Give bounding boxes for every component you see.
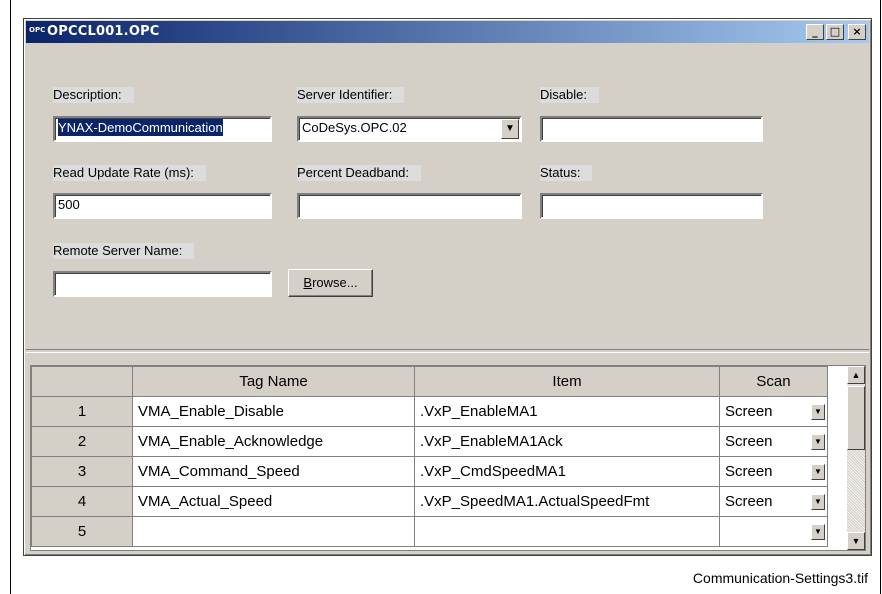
chevron-down-icon[interactable]: ▼ — [811, 434, 825, 450]
browse-accesskey: B — [303, 275, 313, 290]
status-field[interactable] — [540, 193, 763, 219]
item-header[interactable]: Item — [414, 366, 720, 397]
scan-value: Screen — [725, 403, 773, 420]
server-identifier-value: CoDeSys.OPC.02 — [302, 120, 407, 135]
tag-grid: Tag Name Item Scan 1 VMA_Enable_Disable … — [30, 365, 866, 551]
tag-name-cell[interactable] — [132, 516, 415, 547]
tag-name-header[interactable]: Tag Name — [132, 366, 415, 397]
minimize-button[interactable]: _ — [806, 24, 824, 40]
grid-header-row: Tag Name Item Scan — [31, 366, 828, 397]
scroll-thumb[interactable] — [847, 386, 865, 450]
title-bar[interactable]: OPC OPCCL001.OPC _ □ × — [26, 21, 869, 43]
item-cell[interactable]: .VxP_CmdSpeedMA1 — [414, 456, 720, 487]
disable-field[interactable] — [540, 116, 763, 142]
chevron-down-icon[interactable]: ▼ — [501, 119, 519, 139]
table-row[interactable]: 3 VMA_Command_Speed .VxP_CmdSpeedMA1 Scr… — [31, 456, 828, 487]
table-row[interactable]: 1 VMA_Enable_Disable .VxP_EnableMA1 Scre… — [31, 396, 828, 427]
chevron-down-icon[interactable]: ▼ — [811, 464, 825, 480]
remote-server-name-field[interactable] — [53, 271, 272, 297]
scan-cell[interactable]: Screen ▼ — [719, 456, 828, 487]
item-cell[interactable]: .VxP_EnableMA1 — [414, 396, 720, 427]
window-title: OPCCL001.OPC — [47, 24, 160, 39]
chevron-down-icon[interactable]: ▼ — [811, 494, 825, 510]
row-number[interactable]: 2 — [31, 426, 133, 457]
vertical-scrollbar[interactable]: ▲ ▼ — [847, 366, 865, 550]
table-row[interactable]: 5 ▼ — [31, 516, 828, 547]
scan-header[interactable]: Scan — [719, 366, 828, 397]
figure-caption: Communication-Settings3.tif — [692, 570, 868, 586]
row-number[interactable]: 5 — [31, 516, 133, 547]
item-cell[interactable]: .VxP_EnableMA1Ack — [414, 426, 720, 457]
scan-value: Screen — [725, 493, 773, 510]
chevron-down-icon[interactable]: ▼ — [811, 404, 825, 420]
tag-table: Tag Name Item Scan 1 VMA_Enable_Disable … — [31, 366, 828, 547]
description-label: Description: — [53, 87, 134, 103]
scan-value: Screen — [725, 463, 773, 480]
server-identifier-select[interactable]: CoDeSys.OPC.02 ▼ — [297, 116, 522, 142]
tag-name-cell[interactable]: VMA_Command_Speed — [132, 456, 415, 487]
maximize-button[interactable]: □ — [826, 24, 844, 40]
scan-value: Screen — [725, 433, 773, 450]
server-identifier-label: Server Identifier: — [297, 87, 405, 103]
chevron-down-icon[interactable]: ▼ — [811, 524, 825, 540]
remote-server-name-label: Remote Server Name: — [53, 243, 195, 259]
read-update-rate-label: Read Update Rate (ms): — [53, 165, 206, 181]
status-label: Status: — [540, 165, 593, 181]
item-cell[interactable]: .VxP_SpeedMA1.ActualSpeedFmt — [414, 486, 720, 517]
percent-deadband-field[interactable] — [297, 193, 522, 219]
tag-name-cell[interactable]: VMA_Enable_Acknowledge — [132, 426, 415, 457]
row-number-header — [31, 366, 133, 397]
opc-window: OPC OPCCL001.OPC _ □ × Description: YNAX… — [23, 18, 872, 556]
item-cell[interactable] — [414, 516, 720, 547]
tag-name-cell[interactable]: VMA_Actual_Speed — [132, 486, 415, 517]
tag-name-cell[interactable]: VMA_Enable_Disable — [132, 396, 415, 427]
table-row[interactable]: 4 VMA_Actual_Speed .VxP_SpeedMA1.ActualS… — [31, 486, 828, 517]
row-number[interactable]: 3 — [31, 456, 133, 487]
properties-form: Description: YNAX-DemoCommunication Serv… — [26, 43, 869, 350]
close-button[interactable]: × — [848, 24, 866, 40]
scan-cell[interactable]: Screen ▼ — [719, 426, 828, 457]
browse-button[interactable]: Browse... — [288, 269, 373, 297]
scan-cell[interactable]: Screen ▼ — [719, 396, 828, 427]
percent-deadband-label: Percent Deadband: — [297, 165, 422, 181]
row-number[interactable]: 1 — [31, 396, 133, 427]
read-update-rate-field[interactable]: 500 — [53, 193, 272, 219]
disable-label: Disable: — [540, 87, 599, 103]
opc-app-icon: OPC — [29, 26, 46, 34]
row-number[interactable]: 4 — [31, 486, 133, 517]
browse-label: rowse... — [312, 275, 358, 290]
scan-cell[interactable]: ▼ — [719, 516, 828, 547]
description-value: YNAX-DemoCommunication — [58, 119, 223, 136]
scan-cell[interactable]: Screen ▼ — [719, 486, 828, 517]
scroll-up-icon[interactable]: ▲ — [847, 366, 865, 384]
scroll-down-icon[interactable]: ▼ — [847, 532, 865, 550]
form-divider — [26, 349, 869, 353]
table-row[interactable]: 2 VMA_Enable_Acknowledge .VxP_EnableMA1A… — [31, 426, 828, 457]
description-field[interactable]: YNAX-DemoCommunication — [53, 116, 272, 142]
